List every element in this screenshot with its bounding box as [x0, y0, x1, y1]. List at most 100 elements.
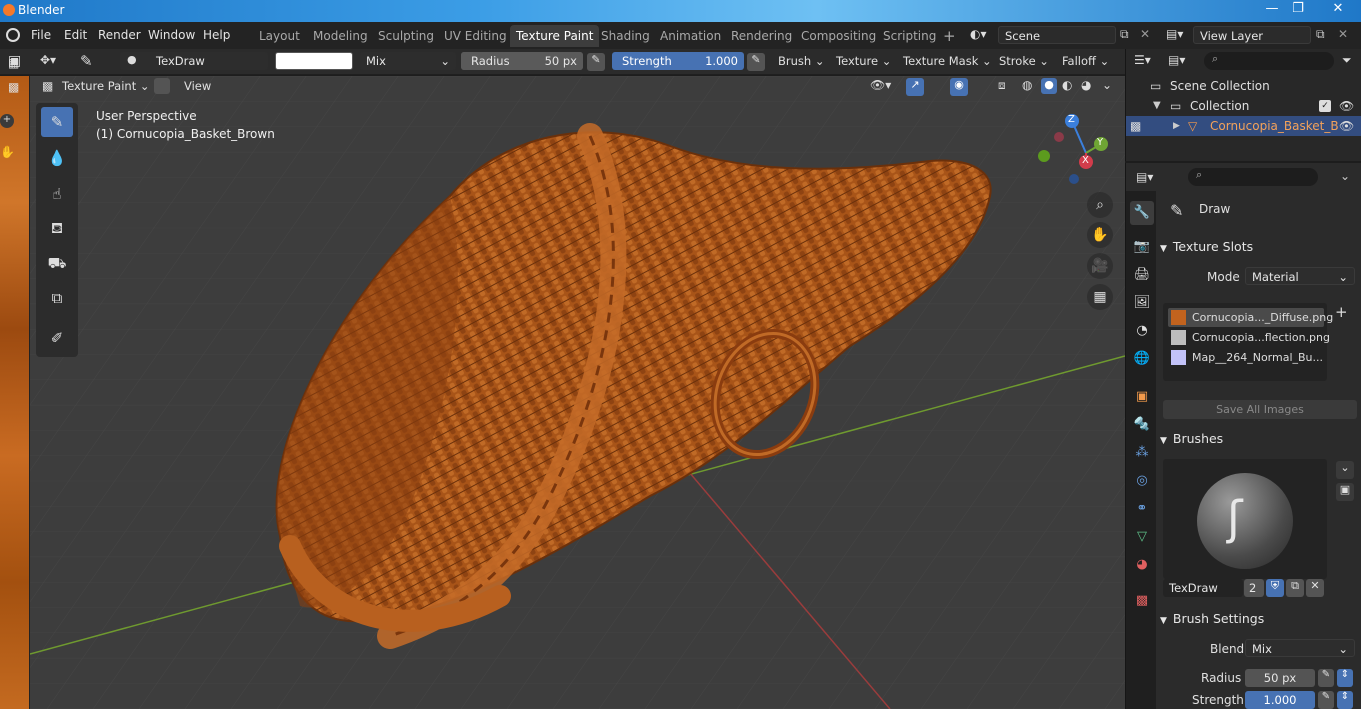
physics-tab-icon[interactable]: ◎	[1130, 469, 1154, 493]
visibility-icon[interactable]: 👁▾	[870, 78, 891, 92]
tab-uv-editing[interactable]: UV Editing	[438, 25, 513, 47]
material-tab-icon[interactable]: ◕	[1130, 553, 1154, 577]
brushes-header[interactable]: ▼ Brushes	[1160, 428, 1361, 450]
brush-settings-header[interactable]: ▼ Brush Settings	[1160, 608, 1361, 630]
texture-mask-menu[interactable]: Texture Mask ⌄	[899, 51, 996, 71]
tab-scripting[interactable]: Scripting	[877, 25, 942, 47]
falloff-menu[interactable]: Falloff ⌄	[1058, 51, 1113, 71]
settings-radius-pressure-icon[interactable]: ✎	[1318, 669, 1334, 687]
texture-slot-reflection[interactable]: Cornucopia...flection.png	[1168, 328, 1330, 347]
mask-toggle-icon[interactable]	[154, 78, 170, 94]
collection-eye-icon[interactable]: 👁	[1339, 96, 1354, 116]
gizmo-toggle-icon[interactable]: ↗	[906, 78, 924, 96]
soften-tool-icon[interactable]: 💧	[41, 143, 73, 173]
properties-editor-icon[interactable]: ▤▾	[1136, 170, 1153, 184]
texture-slot-normal[interactable]: Map__264_Normal_Bu...	[1168, 348, 1324, 367]
outliner-collection[interactable]: ▼ ▭ Collection ✓ 👁	[1126, 96, 1361, 116]
tab-animation[interactable]: Animation	[654, 25, 727, 47]
material-shading-icon[interactable]: ◐	[1062, 78, 1072, 92]
texture-menu[interactable]: Texture ⌄	[832, 51, 895, 71]
render-shading-icon[interactable]: ◕	[1081, 78, 1091, 92]
gizmo-y-label[interactable]: Y	[1097, 137, 1103, 148]
blend-mode-dropdown[interactable]: Mix ⌄	[360, 52, 456, 70]
tool-options-icon[interactable]: ✥▾	[40, 53, 56, 67]
wireframe-shading-icon[interactable]: ◍	[1022, 78, 1032, 92]
3d-viewport[interactable]: Z Y X User Perspective (1) Cornucopia_Ba…	[30, 76, 1125, 709]
texture-slots-header[interactable]: ▼ Texture Slots	[1160, 236, 1361, 258]
maximize-button[interactable]: ❐	[1286, 0, 1310, 20]
brush-menu[interactable]: Brush ⌄	[774, 51, 828, 71]
tab-compositing[interactable]: Compositing	[795, 25, 882, 47]
properties-search-field[interactable]: ⌕	[1188, 168, 1318, 186]
overlay-toggle-icon[interactable]: ◉	[950, 78, 968, 96]
gizmo-z-label[interactable]: Z	[1068, 114, 1075, 125]
brush-list-options-icon[interactable]: ⌄	[1336, 461, 1354, 479]
properties-options-icon[interactable]: ⌄	[1340, 169, 1350, 183]
tab-shading[interactable]: Shading	[595, 25, 656, 47]
radius-slider[interactable]: Radius 50 px	[461, 52, 583, 70]
outliner-editor-icon[interactable]: ☰▾	[1134, 53, 1151, 67]
image-editor-strip[interactable]	[0, 76, 30, 709]
menu-file[interactable]: File	[31, 28, 51, 42]
settings-radius-slider[interactable]: 50 px	[1245, 669, 1315, 687]
constraints-tab-icon[interactable]: ⚭	[1130, 497, 1154, 521]
new-scene-icon[interactable]: ⧉	[1120, 27, 1129, 42]
annotate-tool-icon[interactable]: ✐	[41, 323, 73, 353]
tool-tab-icon[interactable]: 🔧	[1130, 201, 1154, 225]
solid-shading-icon[interactable]: ●	[1041, 78, 1057, 94]
settings-strength-slider[interactable]: 1.000	[1245, 691, 1315, 709]
object-expand-icon[interactable]: ▶	[1173, 116, 1180, 136]
view-layer-tab-icon[interactable]: 🖼	[1130, 291, 1154, 315]
pan-hand-icon[interactable]: ✋	[1087, 222, 1113, 248]
outliner-filter-icon[interactable]: ⏷	[1342, 53, 1352, 68]
blender-menu-icon[interactable]	[6, 28, 20, 42]
delete-scene-icon[interactable]: ✕	[1140, 27, 1150, 41]
brush-name-field[interactable]: TexDraw	[120, 52, 268, 70]
collection-expand-icon[interactable]: ▼	[1153, 96, 1161, 116]
texture-tab-icon[interactable]: ▩	[1130, 589, 1154, 613]
settings-radius-unit-icon[interactable]: ⇕	[1337, 669, 1353, 687]
tab-modeling[interactable]: Modeling	[307, 25, 374, 47]
strength-pressure-icon[interactable]: ✎	[747, 53, 765, 71]
left-panel-icon-1[interactable]: ▦	[8, 56, 19, 70]
scene-name-field[interactable]: Scene	[998, 26, 1116, 44]
output-tab-icon[interactable]: 🖨	[1130, 263, 1154, 287]
add-workspace-button[interactable]: +	[937, 25, 962, 47]
camera-icon[interactable]: 🎥	[1087, 253, 1113, 279]
settings-strength-unit-icon[interactable]: ⇕	[1337, 691, 1353, 709]
tab-layout[interactable]: Layout	[253, 25, 306, 47]
slot-mode-dropdown[interactable]: Material ⌄	[1245, 267, 1355, 285]
clone-tool-icon[interactable]: ⛾	[41, 213, 73, 243]
brush-name-datablock[interactable]: TexDraw	[1163, 579, 1243, 597]
menu-edit[interactable]: Edit	[64, 28, 87, 42]
modifier-tab-icon[interactable]: 🔩	[1130, 413, 1154, 437]
collection-checkbox[interactable]: ✓	[1319, 100, 1331, 112]
gizmo-x-label[interactable]: X	[1082, 155, 1089, 166]
radius-pressure-icon[interactable]: ✎	[587, 53, 605, 71]
render-tab-icon[interactable]: 📷	[1130, 235, 1154, 259]
object-tab-icon[interactable]: ▣	[1130, 385, 1154, 409]
mode-dropdown[interactable]: Texture Paint ⌄	[58, 76, 154, 96]
strength-slider[interactable]: Strength 1.000	[612, 52, 744, 70]
outliner-display-icon[interactable]: ▤▾	[1168, 53, 1185, 67]
xray-icon[interactable]: ⧈	[998, 78, 1006, 93]
zoom-icon[interactable]: ⌕	[1087, 192, 1113, 218]
menu-help[interactable]: Help	[203, 28, 230, 42]
world-tab-icon[interactable]: 🌐	[1130, 347, 1154, 371]
fill-tool-icon[interactable]: ⛟	[41, 248, 73, 278]
particles-tab-icon[interactable]: ⁂	[1130, 441, 1154, 465]
stroke-menu[interactable]: Stroke ⌄	[995, 51, 1053, 71]
mask-tool-icon[interactable]: ⧉	[41, 283, 73, 313]
tab-rendering[interactable]: Rendering	[725, 25, 798, 47]
brush-preview[interactable]: ʃ	[1163, 459, 1327, 579]
minimize-button[interactable]: —	[1260, 0, 1284, 20]
view-menu[interactable]: View	[180, 76, 215, 96]
brush-image-icon[interactable]: ▣	[1336, 483, 1354, 501]
close-button[interactable]: ✕	[1326, 0, 1350, 20]
brush-users-count[interactable]: 2	[1244, 579, 1264, 597]
save-all-images-button[interactable]: Save All Images	[1163, 400, 1357, 419]
view-layer-field[interactable]: View Layer	[1193, 26, 1311, 44]
add-slot-button[interactable]: +	[1335, 303, 1348, 321]
left-zoom-icon[interactable]: +	[0, 114, 14, 128]
new-view-layer-icon[interactable]: ⧉	[1316, 27, 1325, 42]
